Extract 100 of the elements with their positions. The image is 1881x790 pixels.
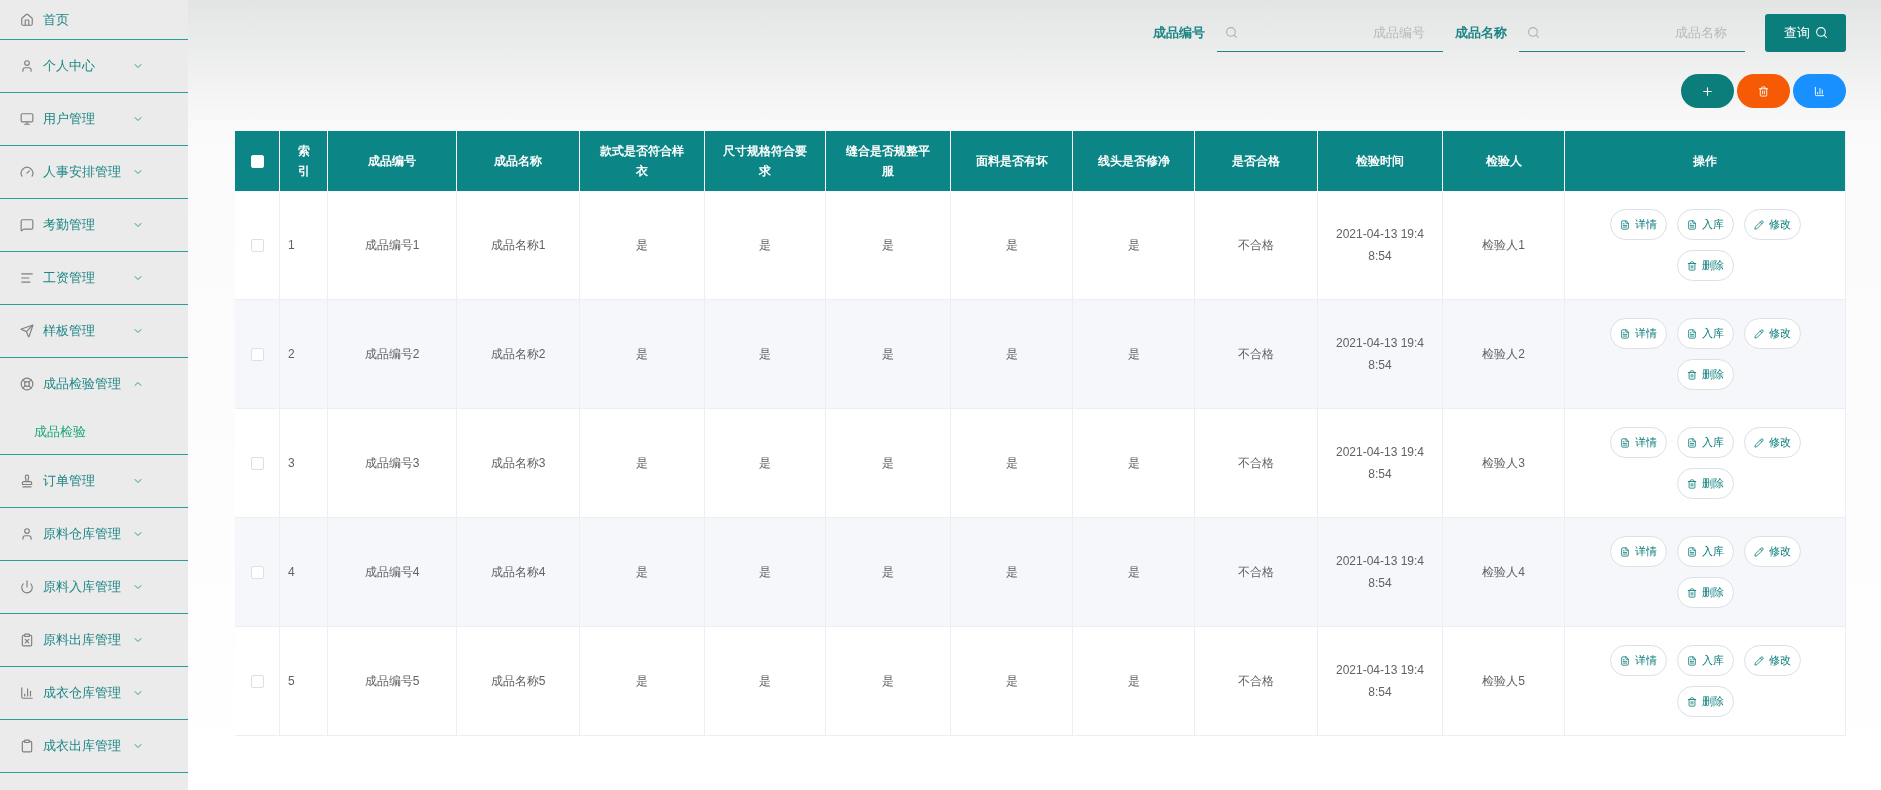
sidebar-item[interactable]: 原料入库管理	[0, 561, 188, 613]
table-cell-text: 成品编号4	[364, 564, 420, 581]
checkbox[interactable]	[250, 674, 264, 688]
table-cell-text: 是	[1005, 346, 1018, 363]
table-cell-text: 是	[636, 237, 648, 254]
document-icon	[1619, 328, 1630, 339]
table-cell-text: 成品名称2	[490, 346, 546, 363]
checkbox[interactable]	[250, 238, 264, 252]
trash-icon	[1686, 260, 1697, 271]
row-action-button[interactable]: 详情	[1609, 645, 1667, 676]
sidebar-item[interactable]: 考勤管理	[0, 199, 188, 251]
row-action-button[interactable]: 删除	[1676, 359, 1734, 390]
table-cell-text: 成品编号1	[364, 237, 420, 254]
clipboard-icon	[20, 739, 34, 753]
sidebar-item[interactable]: 样板管理	[0, 305, 188, 357]
row-action-button[interactable]: 修改	[1743, 427, 1801, 458]
table-cell-text: 是	[759, 564, 771, 581]
table-cell-text: 2021-04-13 19:48:54	[1334, 444, 1426, 483]
table-cell-text: 是	[1127, 455, 1140, 472]
row-action-button[interactable]: 删除	[1676, 577, 1734, 608]
table-cell-text: 2	[288, 346, 295, 363]
document-icon	[1686, 546, 1697, 557]
paper-plane-icon	[20, 324, 34, 338]
row-action-button[interactable]: 删除	[1676, 250, 1734, 281]
table-cell-text: 成品编号2	[364, 346, 420, 363]
table-cell-text: 是	[636, 673, 648, 690]
chart-button[interactable]	[1793, 74, 1846, 108]
document-icon	[1686, 655, 1697, 666]
table-cell-text: 是	[1005, 564, 1018, 581]
user-icon	[20, 59, 34, 73]
sidebar-item[interactable]: 原料仓库管理	[0, 508, 188, 560]
table-cell-text: 不合格	[1238, 346, 1274, 363]
table-cell-text: 是	[759, 455, 771, 472]
table-cell-text: 1	[288, 237, 295, 254]
column-header: 索引	[297, 143, 310, 180]
submenu-item[interactable]: 成品检验	[0, 410, 188, 454]
column-header: 是否合格	[1232, 153, 1280, 170]
row-action-button[interactable]: 入库	[1676, 209, 1734, 240]
table-cell-text: 是	[759, 237, 771, 254]
pencil-icon	[1753, 437, 1764, 448]
table-cell-text: 成品编号3	[364, 455, 420, 472]
table-cell-text: 2021-04-13 19:48:54	[1334, 226, 1426, 265]
table-cell-text: 2021-04-13 19:48:54	[1334, 335, 1426, 374]
document-icon	[1619, 546, 1630, 557]
row-action-button[interactable]: 详情	[1609, 209, 1667, 240]
table-cell-text: 是	[1127, 673, 1140, 690]
document-icon	[1686, 328, 1697, 339]
sidebar-item[interactable]: 成衣出库管理	[0, 720, 188, 772]
table-cell-text: 是	[636, 564, 648, 581]
row-action-button[interactable]: 删除	[1676, 468, 1734, 499]
row-action-button[interactable]: 修改	[1743, 318, 1801, 349]
list-icon	[20, 271, 34, 285]
row-action-button[interactable]: 入库	[1676, 427, 1734, 458]
row-action-button[interactable]: 删除	[1676, 686, 1734, 717]
sidebar-item[interactable]: 个人中心	[0, 40, 188, 92]
checkbox[interactable]	[250, 565, 264, 579]
row-action-button[interactable]: 入库	[1676, 645, 1734, 676]
sidebar-item[interactable]: 成衣仓库管理	[0, 667, 188, 719]
table-cell-text: 检验人1	[1482, 237, 1525, 254]
row-action-button[interactable]: 修改	[1743, 536, 1801, 567]
row-action-button[interactable]: 入库	[1676, 318, 1734, 349]
stamp-icon	[20, 474, 34, 488]
search-button[interactable]: 查询	[1765, 13, 1846, 52]
row-action-button[interactable]: 入库	[1676, 536, 1734, 567]
power-icon	[20, 580, 34, 594]
add-button[interactable]	[1681, 74, 1734, 108]
table-cell-text: 成品名称1	[490, 237, 546, 254]
checkbox[interactable]	[250, 456, 264, 470]
pencil-icon	[1753, 328, 1764, 339]
trash-icon	[1686, 587, 1697, 598]
user-icon	[20, 527, 34, 541]
row-action-button[interactable]: 详情	[1609, 536, 1667, 567]
document-icon	[1686, 219, 1697, 230]
table-cell-text: 不合格	[1238, 673, 1274, 690]
row-action-button[interactable]: 详情	[1609, 318, 1667, 349]
document-icon	[1619, 219, 1630, 230]
sidebar-item[interactable]: 首页	[0, 0, 188, 39]
table-cell-text: 检验人4	[1482, 564, 1525, 581]
trash-icon	[1686, 369, 1697, 380]
bar-chart-icon	[1814, 85, 1825, 97]
table-cell-text: 检验人3	[1482, 455, 1525, 472]
sidebar-item[interactable]: 原料出库管理	[0, 614, 188, 666]
row-action-button[interactable]: 修改	[1743, 645, 1801, 676]
column-header: 成品编号	[368, 153, 416, 170]
row-action-button[interactable]: 修改	[1743, 209, 1801, 240]
table-cell-text: 检验人5	[1482, 673, 1525, 690]
sidebar-item[interactable]: 人事安排管理	[0, 146, 188, 198]
row-action-button[interactable]: 详情	[1609, 427, 1667, 458]
table-cell-text: 是	[1005, 455, 1018, 472]
checkbox[interactable]	[250, 347, 264, 361]
table-cell-text: 是	[636, 346, 648, 363]
clipboard-icon	[20, 633, 34, 647]
monitor-icon	[20, 112, 34, 126]
sidebar-item[interactable]: 工资管理	[0, 252, 188, 304]
sidebar-item[interactable]: 订单管理	[0, 455, 188, 507]
delete-button[interactable]	[1737, 74, 1790, 108]
sidebar-item[interactable]: 用户管理	[0, 93, 188, 145]
lifebuoy-icon	[20, 377, 34, 391]
search-label: 成品编号	[1153, 23, 1205, 42]
sidebar-item[interactable]: 成品检验管理	[0, 358, 188, 410]
